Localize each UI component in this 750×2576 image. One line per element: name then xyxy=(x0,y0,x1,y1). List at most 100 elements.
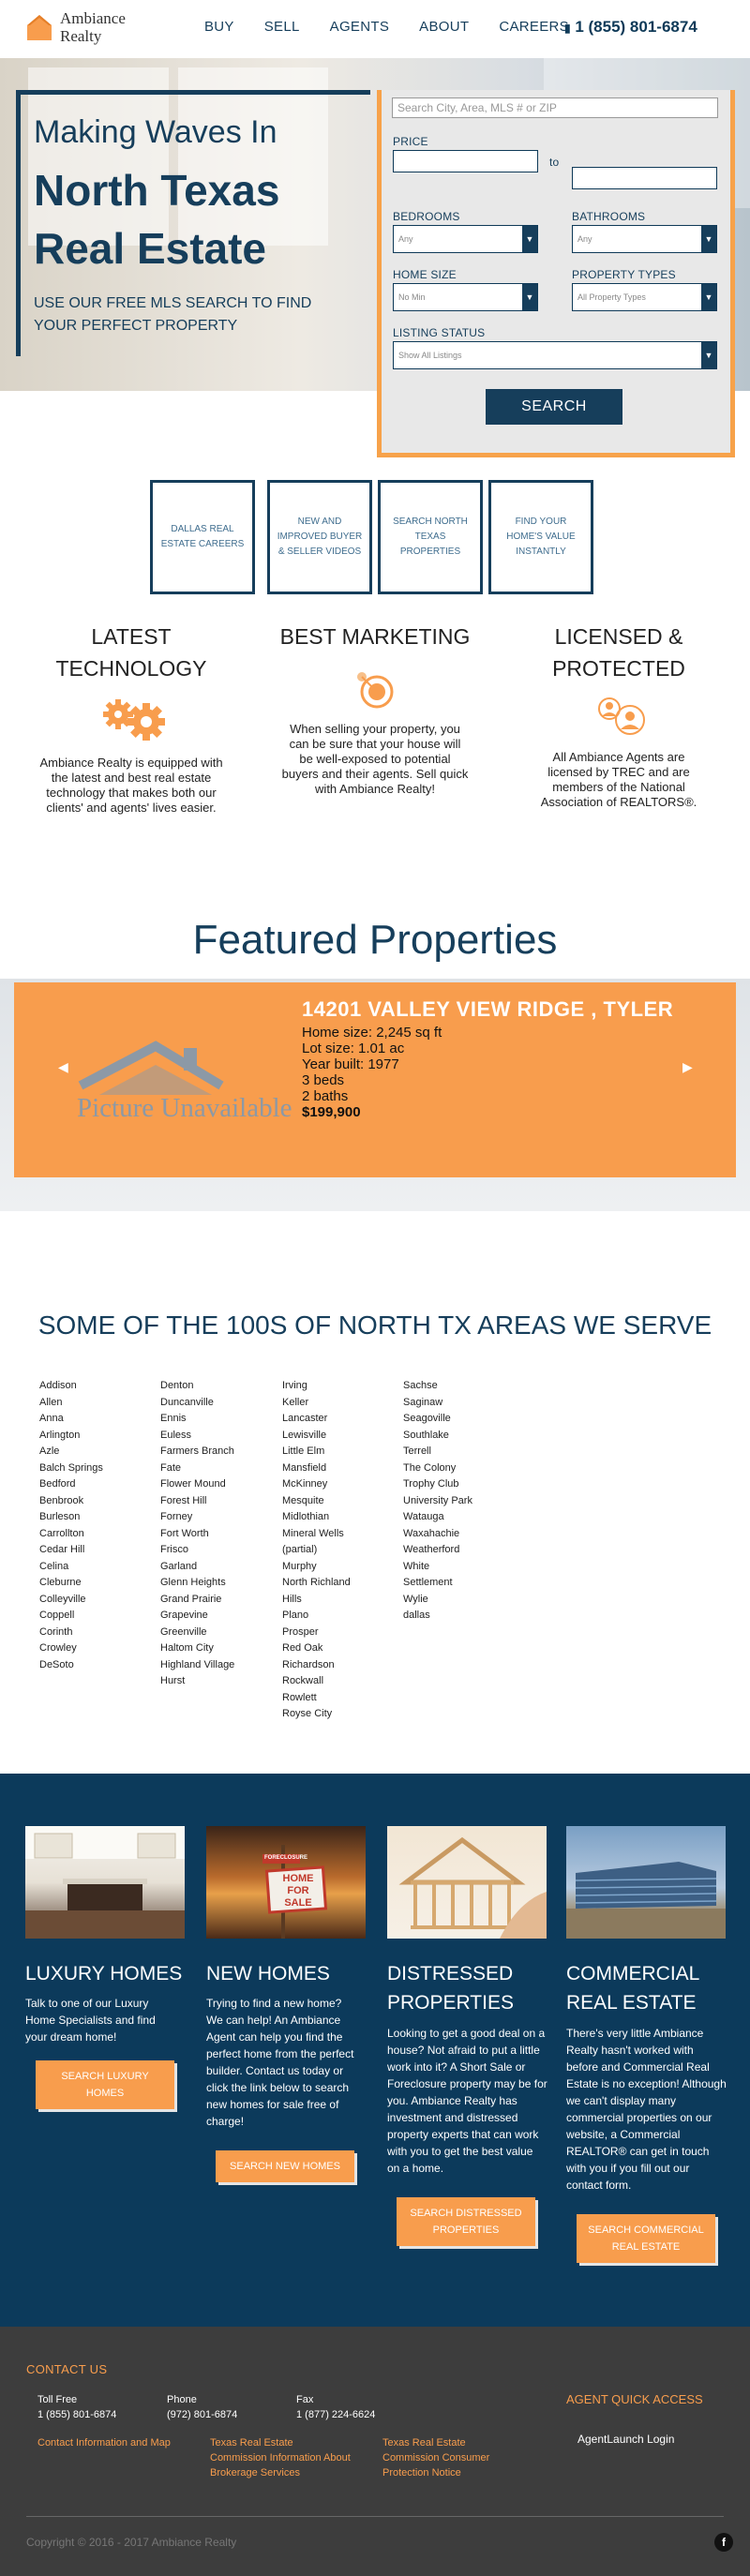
area-item[interactable]: McKinney xyxy=(282,1476,399,1493)
area-item[interactable]: Plano xyxy=(282,1608,399,1625)
area-item[interactable]: Forney xyxy=(160,1509,278,1526)
area-item[interactable]: Murphy xyxy=(282,1559,399,1576)
carousel-next-button[interactable]: ▶ xyxy=(682,1059,693,1075)
area-item[interactable]: Colleyville xyxy=(39,1592,157,1609)
area-item[interactable]: Keller xyxy=(282,1395,399,1412)
area-item[interactable]: Rowlett xyxy=(282,1690,399,1707)
search-button[interactable]: SEARCH xyxy=(486,389,622,425)
area-item[interactable]: Celina xyxy=(39,1559,157,1576)
area-item[interactable]: Ennis xyxy=(160,1411,278,1428)
area-item[interactable]: Lewisville xyxy=(282,1428,399,1445)
area-item[interactable]: Lancaster xyxy=(282,1411,399,1428)
area-item[interactable]: Waxahachie xyxy=(403,1526,520,1543)
facebook-icon[interactable]: f xyxy=(714,2533,733,2552)
area-item[interactable]: Farmers Branch xyxy=(160,1444,278,1460)
area-item[interactable]: Irving xyxy=(282,1378,399,1395)
tile-home-value[interactable]: FIND YOUR HOME'S VALUE INSTANTLY xyxy=(488,480,593,594)
area-item[interactable]: dallas xyxy=(403,1608,520,1625)
area-item[interactable]: Little Elm xyxy=(282,1444,399,1460)
area-item[interactable]: Hurst xyxy=(160,1673,278,1690)
area-item[interactable]: Settlement xyxy=(403,1575,520,1592)
area-item[interactable]: Benbrook xyxy=(39,1493,157,1510)
phone-number[interactable]: (972) 801-6874 xyxy=(167,2407,237,2422)
price-max-input[interactable] xyxy=(572,167,717,189)
property-address[interactable]: 14201 VALLEY VIEW RIDGE , TYLER xyxy=(302,997,673,1022)
area-item[interactable]: Hills xyxy=(282,1592,399,1609)
agentlaunch-login-link[interactable]: AgentLaunch Login xyxy=(578,2432,674,2447)
area-item[interactable]: Sachse xyxy=(403,1378,520,1395)
area-item[interactable]: Cleburne xyxy=(39,1575,157,1592)
area-item[interactable]: Saginaw xyxy=(403,1395,520,1412)
carousel-prev-button[interactable]: ◀ xyxy=(58,1059,68,1075)
area-item[interactable]: Southlake xyxy=(403,1428,520,1445)
area-item[interactable]: Allen xyxy=(39,1395,157,1412)
area-item[interactable]: Garland xyxy=(160,1559,278,1576)
nav-buy[interactable]: BUY xyxy=(204,19,234,35)
tile-search-properties[interactable]: SEARCH NORTH TEXAS PROPERTIES xyxy=(378,480,483,594)
area-item[interactable]: Terrell xyxy=(403,1444,520,1460)
area-item[interactable]: Mesquite xyxy=(282,1493,399,1510)
bathrooms-select[interactable]: Any ▼ xyxy=(572,225,717,253)
area-item[interactable]: Crowley xyxy=(39,1640,157,1657)
area-item[interactable]: Red Oak xyxy=(282,1640,399,1657)
area-item[interactable]: Fate xyxy=(160,1460,278,1477)
area-item[interactable]: Addison xyxy=(39,1378,157,1395)
search-new-homes-button[interactable]: SEARCH NEW HOMES xyxy=(216,2150,354,2182)
area-item[interactable]: Coppell xyxy=(39,1608,157,1625)
area-item[interactable]: Forest Hill xyxy=(160,1493,278,1510)
area-item[interactable]: North Richland xyxy=(282,1575,399,1592)
price-min-input[interactable] xyxy=(393,150,538,172)
area-item[interactable]: Highland Village xyxy=(160,1657,278,1674)
area-item[interactable]: Anna xyxy=(39,1411,157,1428)
nav-about[interactable]: ABOUT xyxy=(419,19,469,35)
area-item[interactable]: White xyxy=(403,1559,520,1576)
area-item[interactable]: (partial) xyxy=(282,1542,399,1559)
area-item[interactable]: Richardson xyxy=(282,1657,399,1674)
area-item[interactable]: Prosper xyxy=(282,1625,399,1641)
area-item[interactable]: Carrollton xyxy=(39,1526,157,1543)
contact-information-link[interactable]: Contact Information and Map xyxy=(38,2435,188,2450)
area-item[interactable]: Fort Worth xyxy=(160,1526,278,1543)
tile-videos[interactable]: NEW AND IMPROVED BUYER & SELLER VIDEOS xyxy=(267,480,372,594)
property-types-select[interactable]: All Property Types ▼ xyxy=(572,283,717,311)
area-item[interactable]: Denton xyxy=(160,1378,278,1395)
area-item[interactable]: The Colony xyxy=(403,1460,520,1477)
nav-agents[interactable]: AGENTS xyxy=(330,19,389,35)
area-item[interactable]: Midlothian xyxy=(282,1509,399,1526)
area-item[interactable]: Grand Prairie xyxy=(160,1592,278,1609)
trec-consumer-protection-link[interactable]: Texas Real Estate Commission Consumer Pr… xyxy=(382,2435,504,2480)
area-item[interactable]: Bedford xyxy=(39,1476,157,1493)
area-item[interactable]: Euless xyxy=(160,1428,278,1445)
area-item[interactable]: Royse City xyxy=(282,1706,399,1723)
area-item[interactable]: Wylie xyxy=(403,1592,520,1609)
area-item[interactable]: Azle xyxy=(39,1444,157,1460)
logo[interactable]: Ambiance Realty xyxy=(26,9,126,45)
listing-status-select[interactable]: Show All Listings ▼ xyxy=(393,341,717,369)
area-item[interactable]: Mineral Wells xyxy=(282,1526,399,1543)
nav-careers[interactable]: CAREERS xyxy=(499,19,569,35)
area-item[interactable]: Corinth xyxy=(39,1625,157,1641)
area-item[interactable]: Haltom City xyxy=(160,1640,278,1657)
area-item[interactable]: Balch Springs xyxy=(39,1460,157,1477)
home-size-select[interactable]: No Min ▼ xyxy=(393,283,538,311)
search-luxury-homes-button[interactable]: SEARCH LUXURY HOMES xyxy=(36,2060,174,2109)
area-item[interactable]: Cedar Hill xyxy=(39,1542,157,1559)
area-item[interactable]: Watauga xyxy=(403,1509,520,1526)
area-item[interactable]: University Park xyxy=(403,1493,520,1510)
area-item[interactable]: Burleson xyxy=(39,1509,157,1526)
area-item[interactable]: DeSoto xyxy=(39,1657,157,1674)
toll-free-number[interactable]: 1 (855) 801-6874 xyxy=(38,2407,116,2422)
area-item[interactable]: Weatherford xyxy=(403,1542,520,1559)
trec-brokerage-services-link[interactable]: Texas Real Estate Commission Information… xyxy=(210,2435,351,2480)
header-phone-link[interactable]: ▮ 1 (855) 801-6874 xyxy=(564,18,698,37)
area-item[interactable]: Grapevine xyxy=(160,1608,278,1625)
area-item[interactable]: Glenn Heights xyxy=(160,1575,278,1592)
area-item[interactable]: Flower Mound xyxy=(160,1476,278,1493)
bedrooms-select[interactable]: Any ▼ xyxy=(393,225,538,253)
area-item[interactable]: Greenville xyxy=(160,1625,278,1641)
area-item[interactable]: Rockwall xyxy=(282,1673,399,1690)
area-item[interactable]: Duncanville xyxy=(160,1395,278,1412)
area-item[interactable]: Trophy Club xyxy=(403,1476,520,1493)
area-item[interactable]: Frisco xyxy=(160,1542,278,1559)
area-item[interactable]: Arlington xyxy=(39,1428,157,1445)
